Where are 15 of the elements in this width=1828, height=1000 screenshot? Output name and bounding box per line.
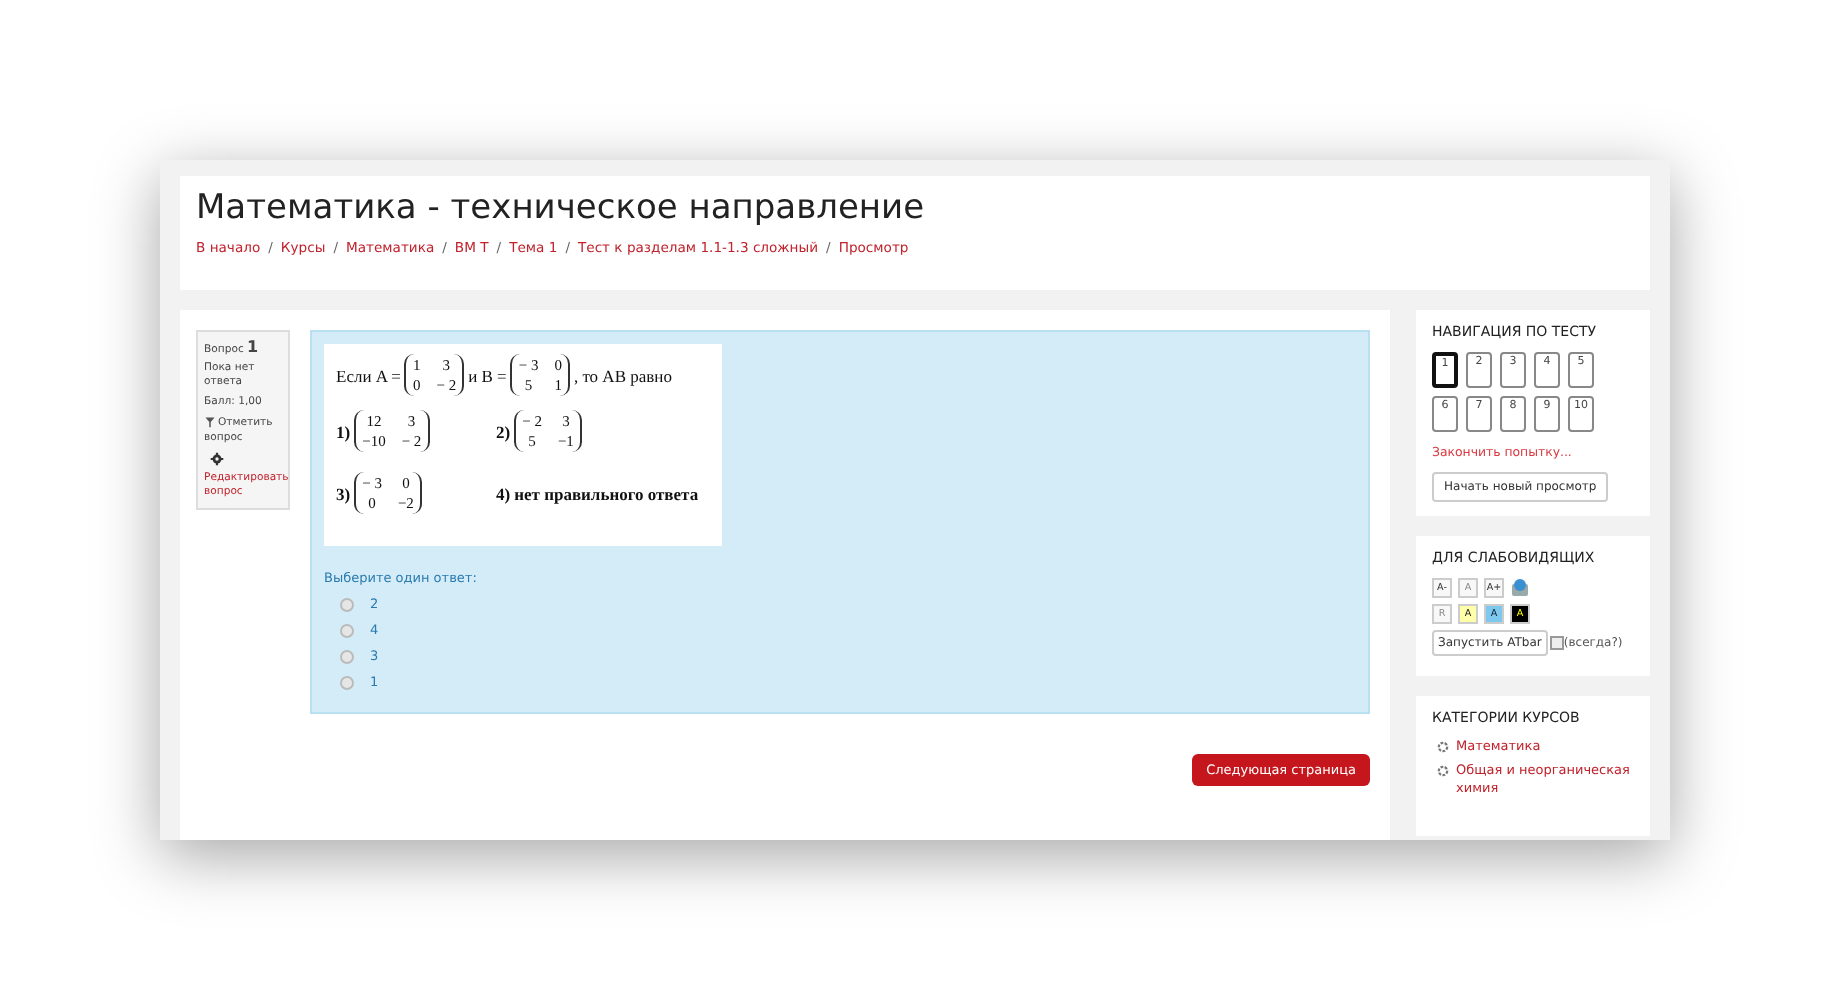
option-number: 3) <box>336 483 351 503</box>
formula-text: , то AB равно <box>573 365 672 385</box>
page-title: Математика - техническое направление <box>196 188 925 228</box>
formula-text: Если A = <box>336 365 401 385</box>
radio-button[interactable] <box>340 649 354 663</box>
radio-button[interactable] <box>340 623 354 637</box>
option-number: 2) <box>496 421 511 441</box>
option-number: 1) <box>336 421 351 441</box>
radio-button[interactable] <box>340 675 354 689</box>
option-number: 4) <box>496 483 511 503</box>
formula-text: и B = <box>468 365 507 385</box>
radio-button[interactable] <box>340 597 354 611</box>
checkbox[interactable] <box>1549 636 1564 650</box>
option-text: нет правильного ответа <box>514 483 699 503</box>
accessibility-icon[interactable] <box>1510 578 1530 598</box>
